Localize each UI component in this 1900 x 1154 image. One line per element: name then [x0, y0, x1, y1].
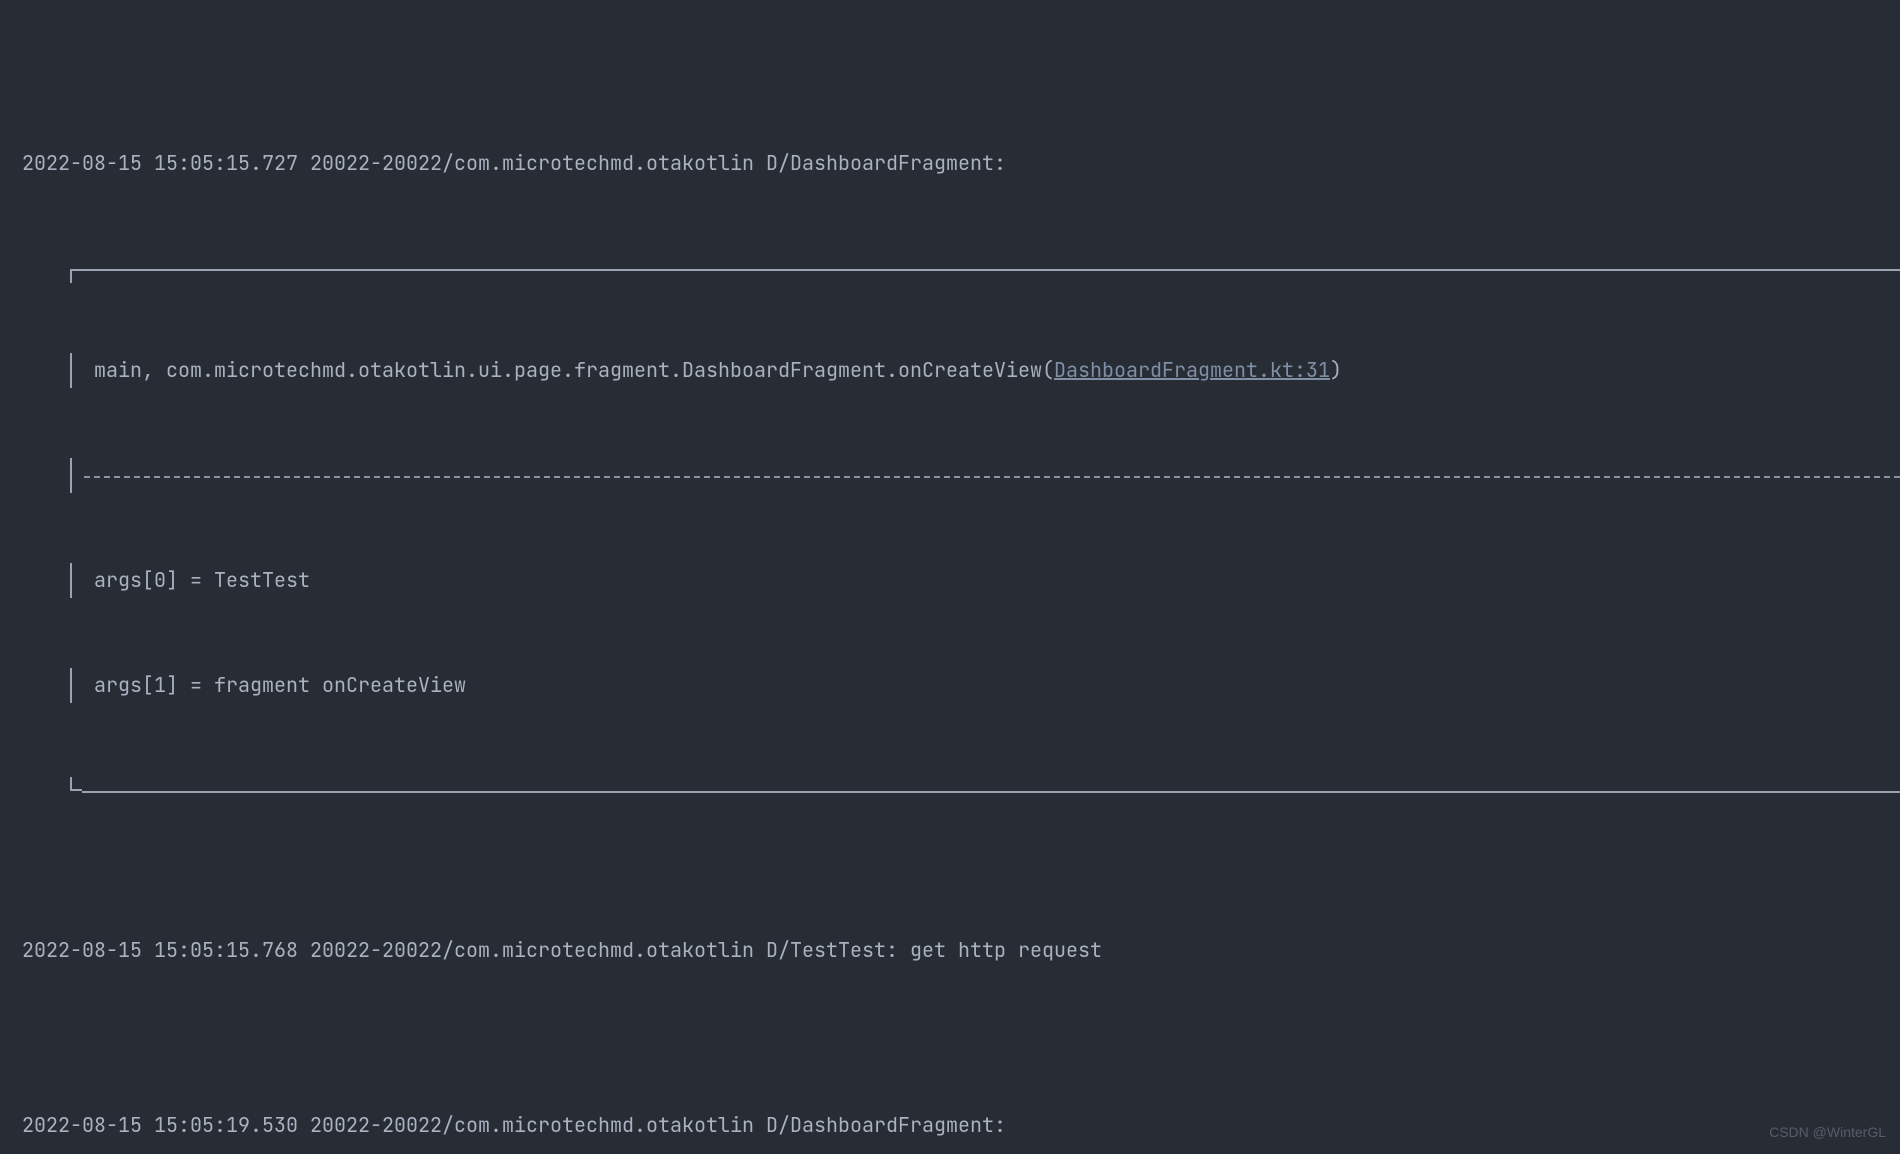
box-border-mid [22, 458, 1900, 493]
arg0-text: args[0] = TestTest [82, 563, 310, 598]
log-line-thread: main, com.microtechmd.otakotlin.ui.page.… [22, 353, 1900, 388]
log-line-arg1: args[1] = fragment onCreateView [22, 668, 1900, 703]
log-line-arg0: args[0] = TestTest [22, 563, 1900, 598]
thread-info: main, com.microtechmd.otakotlin.ui.page.… [82, 353, 1054, 388]
arg1-text: args[1] = fragment onCreateView [82, 668, 466, 703]
log-line-header: 2022-08-15 15:05:19.530 20022-20022/com.… [22, 1108, 1900, 1143]
watermark: CSDN @WinterGL [1769, 1120, 1886, 1145]
thread-suffix: ) [1330, 353, 1342, 388]
log-line-trailer: 2022-08-15 15:05:15.768 20022-20022/com.… [22, 933, 1900, 968]
source-link[interactable]: DashboardFragment.kt:31 [1054, 353, 1330, 388]
logcat-output[interactable]: 2022-08-15 15:05:15.727 20022-20022/com.… [0, 0, 1900, 1154]
box-border-bottom [22, 773, 1900, 793]
box-border-top [22, 251, 1900, 283]
log-line-header: 2022-08-15 15:05:15.727 20022-20022/com.… [22, 146, 1900, 181]
